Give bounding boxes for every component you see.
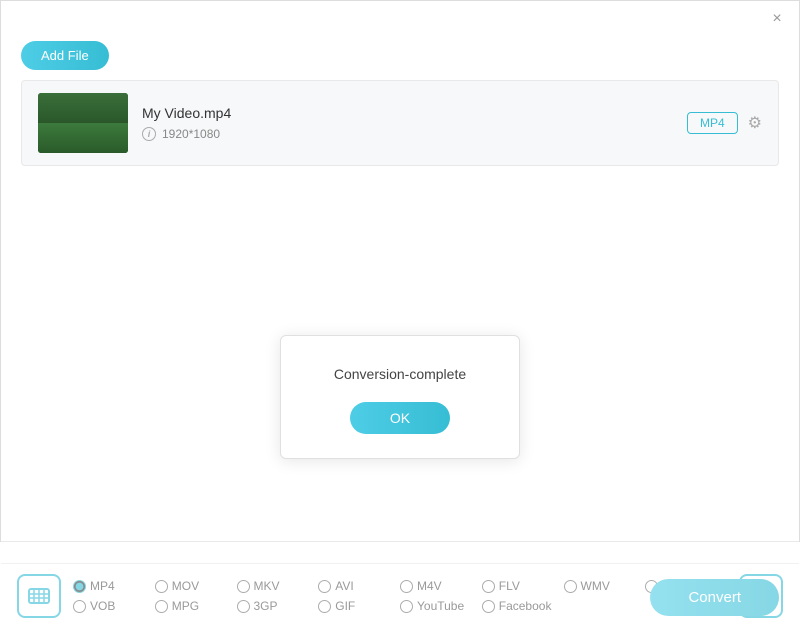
file-meta: i 1920*1080 (142, 127, 673, 141)
settings-icon[interactable]: ⚙ (748, 113, 762, 133)
modal-overlay: Conversion-complete OK (1, 166, 799, 628)
add-file-button[interactable]: Add File (21, 41, 109, 70)
modal-ok-button[interactable]: OK (350, 402, 450, 434)
header: Add File (1, 37, 799, 80)
file-thumbnail (38, 93, 128, 153)
file-list: My Video.mp4 i 1920*1080 MP4 ⚙ (21, 80, 779, 166)
file-info: My Video.mp4 i 1920*1080 (142, 105, 673, 141)
file-name: My Video.mp4 (142, 105, 673, 121)
title-bar: × (1, 1, 799, 37)
file-resolution: 1920*1080 (162, 127, 220, 141)
close-button[interactable]: × (767, 9, 787, 29)
format-badge[interactable]: MP4 (687, 112, 738, 134)
content-area: Conversion-complete OK MP4 MOV (1, 166, 799, 628)
conversion-complete-modal: Conversion-complete OK (280, 335, 520, 459)
modal-title: Conversion-complete (305, 366, 495, 382)
info-icon: i (142, 127, 156, 141)
file-actions: MP4 ⚙ (687, 112, 762, 134)
